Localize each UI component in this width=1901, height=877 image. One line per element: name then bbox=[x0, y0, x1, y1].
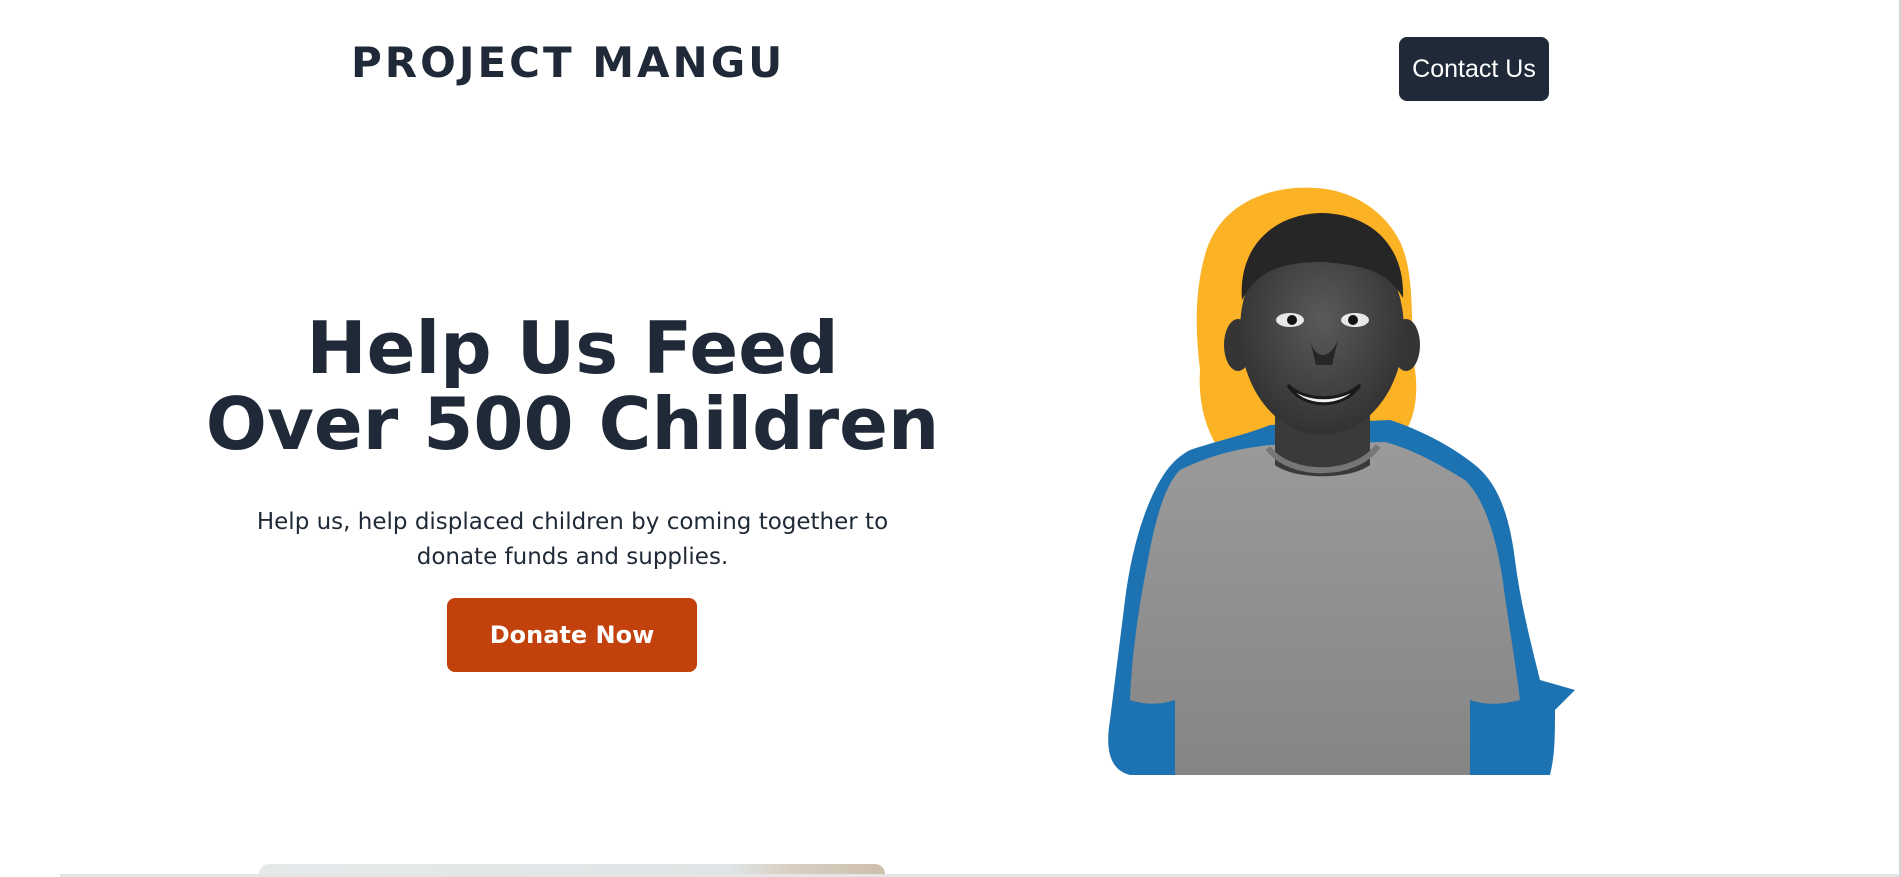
contact-us-button[interactable]: Contact Us bbox=[1399, 37, 1549, 101]
left-pupil-shape bbox=[1287, 315, 1297, 325]
right-pupil-shape bbox=[1348, 315, 1358, 325]
hero-title: Help Us Feed Over 500 Children bbox=[205, 306, 940, 466]
shirt-shape bbox=[1130, 442, 1520, 775]
hero-subtitle: Help us, help displaced children by comi… bbox=[256, 509, 889, 570]
hero-child-photo bbox=[1108, 187, 1575, 775]
landing-page: PROJECT MANGU Contact Us Help Us Feed Ov… bbox=[0, 0, 1901, 877]
donate-now-button[interactable]: Donate Now bbox=[447, 598, 697, 672]
site-logo[interactable]: PROJECT MANGU bbox=[351, 38, 785, 87]
